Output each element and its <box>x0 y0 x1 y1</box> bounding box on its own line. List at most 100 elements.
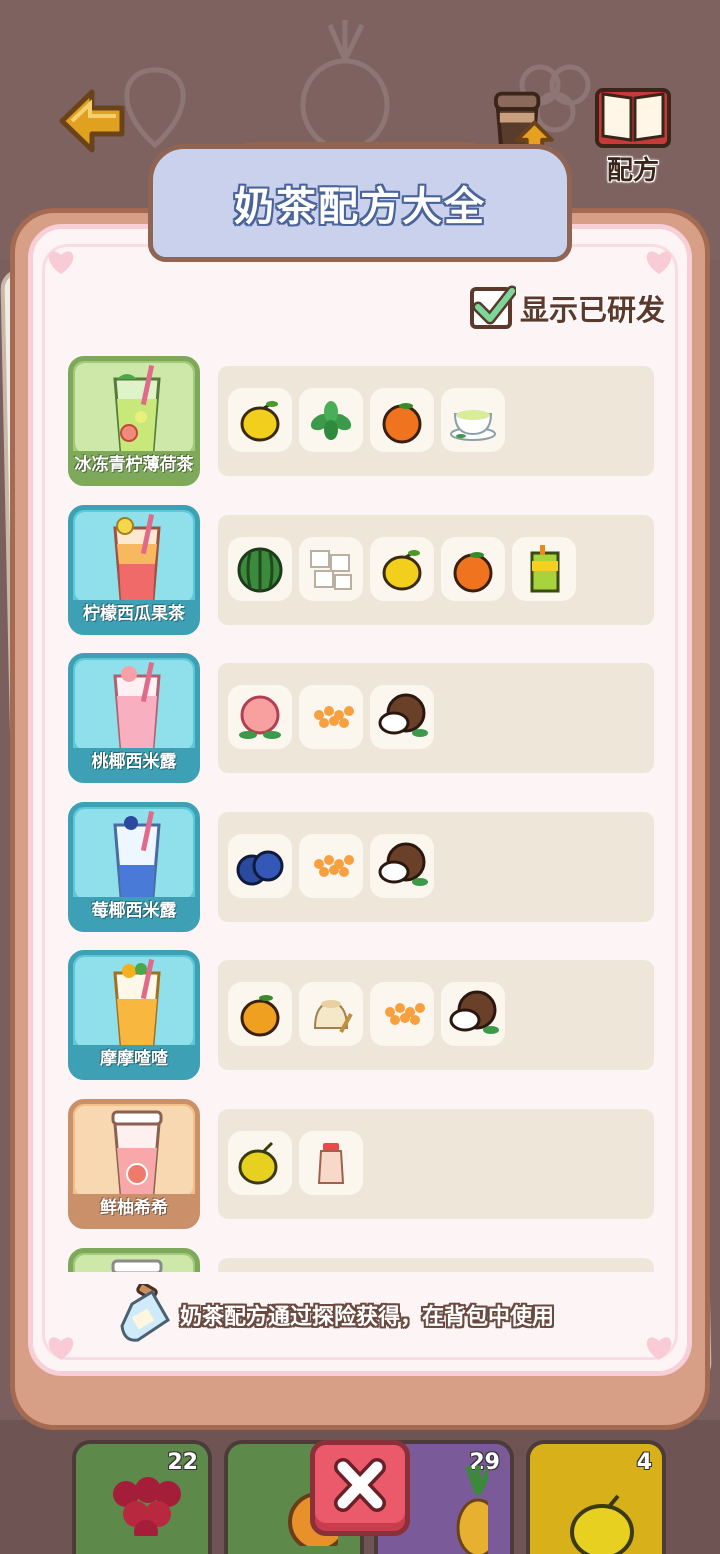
show-developed-label: 显示已研发 <box>520 293 666 327</box>
coconut-icon <box>449 990 499 1034</box>
coconut-icon <box>378 693 428 737</box>
pomelo-drink-icon <box>111 1110 163 1196</box>
recipe-row[interactable]: 冰冻青柠薄荷茶 <box>68 356 660 488</box>
drink-card[interactable]: 冰冻青柠薄荷茶 <box>68 356 200 486</box>
sago-icon <box>314 706 354 728</box>
peach-icon <box>239 695 281 739</box>
ingredient-panel <box>218 1258 654 1272</box>
ingredient-slot[interactable] <box>441 388 505 452</box>
recipe-row[interactable]: 摩摩喳喳 <box>68 950 660 1082</box>
recipe-row[interactable]: 柠檬西瓜果茶 <box>68 505 660 637</box>
ingredient-slot[interactable] <box>370 834 434 898</box>
back-arrow-icon[interactable] <box>58 86 128 156</box>
berry-coconut-sago-icon <box>113 811 161 899</box>
ingredient-slot[interactable] <box>228 1131 292 1195</box>
ingredient-slot[interactable] <box>299 537 363 601</box>
pineapple-deco-icon <box>300 20 390 150</box>
ingredient-slot[interactable] <box>228 982 292 1046</box>
drink-card[interactable]: 莓椰西米露 <box>68 802 200 932</box>
ingredient-panel <box>218 515 654 625</box>
green-tea-icon <box>450 410 496 441</box>
pineapple-icon <box>456 1466 488 1554</box>
blueberry-icon <box>236 850 284 886</box>
checkbox[interactable] <box>470 285 516 329</box>
drink-name: 莓椰西米露 <box>73 897 195 927</box>
ingredient-panel <box>218 812 654 922</box>
lemon-icon <box>240 400 280 442</box>
ingredient-slot[interactable] <box>441 537 505 601</box>
orange-icon <box>453 552 493 593</box>
grape-icon <box>113 1477 181 1536</box>
drink-name: 柠檬西瓜果茶 <box>73 600 195 630</box>
peach-coconut-sago-icon <box>113 662 161 750</box>
title-banner: 奶茶配方大全 <box>148 144 572 262</box>
ingredient-slot[interactable] <box>228 834 292 898</box>
drink-card[interactable]: 摩摩喳喳 <box>68 950 200 1080</box>
drink-name: 冰冻青柠薄荷茶 <box>73 451 195 481</box>
ingredient-panel <box>218 960 654 1070</box>
ingredient-slot[interactable] <box>370 537 434 601</box>
momo-chacha-icon <box>113 959 161 1047</box>
sugar-cubes-icon <box>310 550 352 590</box>
show-developed-toggle[interactable]: 显示已研发 <box>470 285 666 330</box>
mango-icon <box>240 995 280 1037</box>
book-icon <box>595 88 671 148</box>
drink-card[interactable]: 鲜柚希希 <box>68 1099 200 1229</box>
cup-icon <box>111 1259 163 1272</box>
recipe-list[interactable]: 冰冻青柠薄荷茶 柠檬西瓜果茶 桃椰西米露 莓椰西米露 摩摩喳喳 鲜柚希希 <box>62 348 660 1272</box>
hint-text: 奶茶配方通过探险获得，在背包中使用 <box>180 1305 555 1330</box>
ingredient-slot[interactable] <box>370 685 434 749</box>
drink-name: 摩摩喳喳 <box>73 1045 195 1075</box>
inventory-slot-grape[interactable]: 22 <box>72 1440 212 1554</box>
recipe-label: 配方 <box>606 156 659 186</box>
ingredient-slot[interactable] <box>299 685 363 749</box>
juice-box-icon <box>530 545 560 593</box>
drink-card[interactable]: 桃椰西米露 <box>68 653 200 783</box>
drink-name: 鲜柚希希 <box>73 1194 195 1224</box>
heart-decor-icon <box>646 1337 672 1360</box>
ingredient-slot[interactable] <box>228 537 292 601</box>
page-title: 奶茶配方大全 <box>234 184 486 230</box>
inventory-slot-pomelo[interactable]: 4 <box>526 1440 666 1554</box>
sago-icon <box>385 1003 425 1025</box>
ingredient-panel <box>218 366 654 476</box>
ingredient-slot[interactable] <box>512 537 576 601</box>
mint-icon <box>310 401 352 440</box>
lemon-icon <box>382 549 422 591</box>
ingredient-panel <box>218 663 654 773</box>
flour-icon <box>313 1000 353 1033</box>
recipe-row[interactable]: 鲜柚希希 <box>68 1099 660 1231</box>
close-button[interactable] <box>310 1440 410 1536</box>
ingredient-slot[interactable] <box>370 388 434 452</box>
close-icon <box>334 1458 386 1512</box>
recipe-button[interactable]: 配方 <box>594 84 672 194</box>
heart-decor-icon <box>48 251 74 274</box>
drink-card[interactable] <box>68 1248 200 1272</box>
ingredient-slot[interactable] <box>228 685 292 749</box>
orange-icon <box>382 403 422 444</box>
recipe-row[interactable]: 莓椰西米露 <box>68 802 660 934</box>
drink-name: 桃椰西米露 <box>73 748 195 778</box>
pomelo-icon <box>238 1141 278 1185</box>
ingredient-slot[interactable] <box>299 982 363 1046</box>
heart-decor-icon <box>48 1337 74 1360</box>
yakult-icon <box>317 1143 345 1184</box>
recipe-row[interactable] <box>68 1248 660 1272</box>
ingredient-slot[interactable] <box>299 388 363 452</box>
hint-bar: 奶茶配方通过探险获得，在背包中使用 <box>118 1284 554 1346</box>
ingredient-slot[interactable] <box>228 388 292 452</box>
ingredient-slot[interactable] <box>299 834 363 898</box>
ingredient-slot[interactable] <box>370 982 434 1046</box>
checkmark-icon <box>472 285 516 325</box>
sago-icon <box>314 855 354 877</box>
recipe-row[interactable]: 桃椰西米露 <box>68 653 660 785</box>
coconut-icon <box>378 842 428 886</box>
heart-decor-icon <box>646 251 672 274</box>
ingredient-slot[interactable] <box>299 1131 363 1195</box>
watermelon-icon <box>237 547 283 593</box>
lime-mint-tea-icon <box>113 365 161 453</box>
ingredient-panel <box>218 1109 654 1219</box>
lemon-watermelon-tea-icon <box>113 514 161 602</box>
ingredient-slot[interactable] <box>441 982 505 1046</box>
drink-card[interactable]: 柠檬西瓜果茶 <box>68 505 200 635</box>
